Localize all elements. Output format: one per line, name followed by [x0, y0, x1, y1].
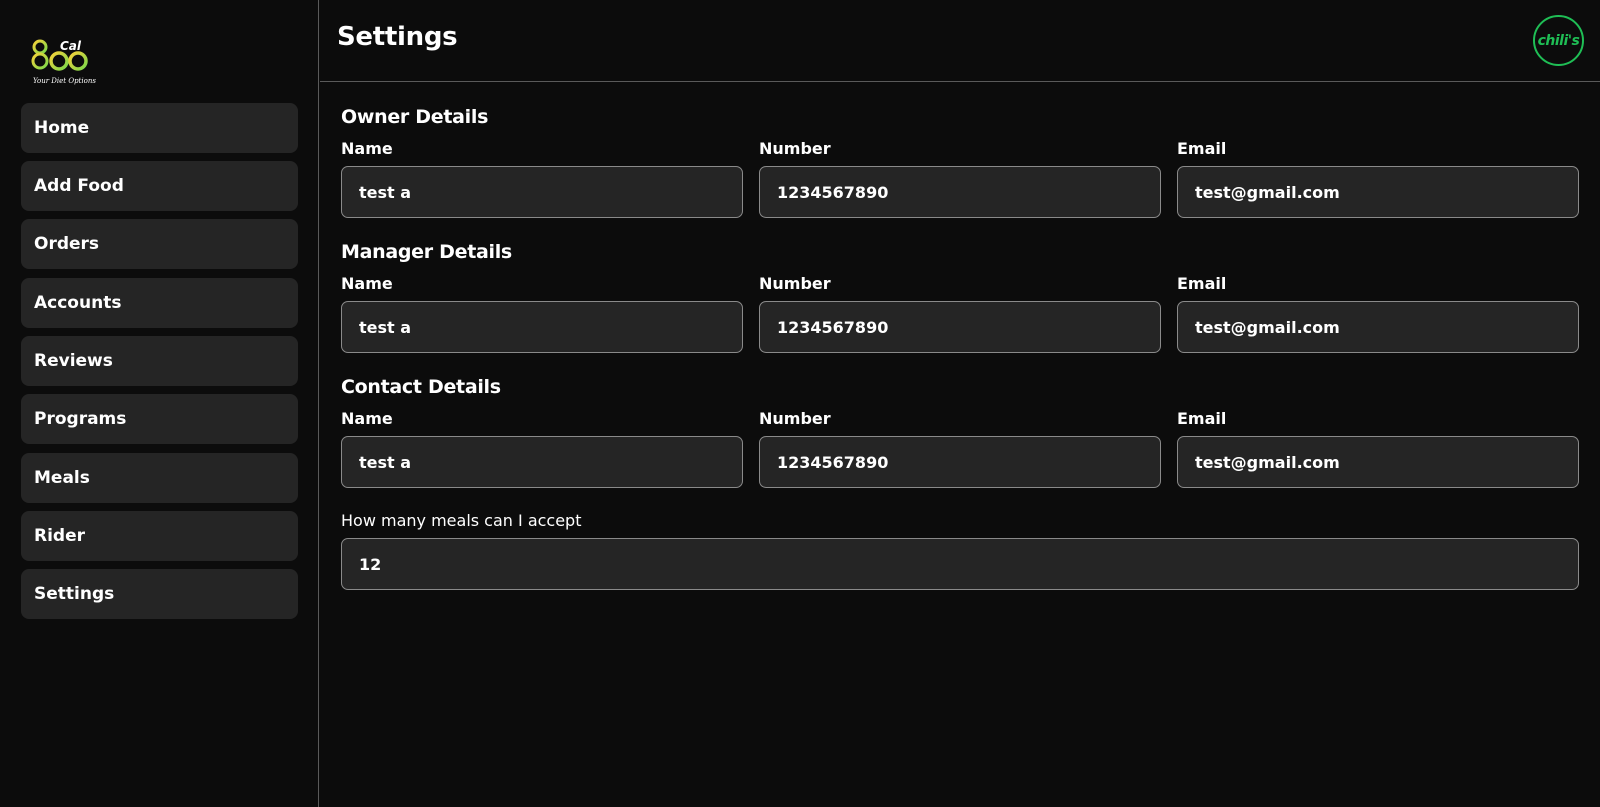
owner-number-input[interactable]	[759, 166, 1161, 218]
manager-number-label: Number	[759, 274, 831, 293]
meals-capacity-label: How many meals can I accept	[341, 511, 582, 530]
sidebar-item-add-food[interactable]: Add Food	[21, 161, 298, 211]
brand-logo[interactable]: Cal Your Diet Options	[27, 33, 97, 88]
manager-details-title: Manager Details	[341, 241, 512, 263]
sidebar-item-programs[interactable]: Programs	[21, 394, 298, 444]
logo-tagline: Your Diet Options	[33, 77, 96, 85]
sidebar-item-home[interactable]: Home	[21, 103, 298, 153]
contact-number-input[interactable]	[759, 436, 1161, 488]
restaurant-badge[interactable]: chili's	[1533, 15, 1584, 66]
sidebar-item-orders[interactable]: Orders	[21, 219, 298, 269]
logo-word: Cal	[60, 39, 82, 53]
sidebar-item-settings[interactable]: Settings	[21, 569, 298, 619]
manager-name-label: Name	[341, 274, 393, 293]
owner-name-label: Name	[341, 139, 393, 158]
manager-email-label: Email	[1177, 274, 1227, 293]
contact-name-input[interactable]	[341, 436, 743, 488]
owner-number-label: Number	[759, 139, 831, 158]
contact-email-input[interactable]	[1177, 436, 1579, 488]
sidebar-item-reviews[interactable]: Reviews	[21, 336, 298, 386]
owner-details-title: Owner Details	[341, 106, 489, 128]
app-root: Cal Your Diet Options Home Add Food Orde…	[0, 0, 1600, 807]
page-title: Settings	[337, 22, 458, 52]
sidebar: Cal Your Diet Options Home Add Food Orde…	[0, 0, 319, 807]
contact-details-title: Contact Details	[341, 376, 501, 398]
owner-email-input[interactable]	[1177, 166, 1579, 218]
page-header: Settings chili's	[320, 0, 1600, 82]
owner-email-label: Email	[1177, 139, 1227, 158]
contact-email-label: Email	[1177, 409, 1227, 428]
contact-name-label: Name	[341, 409, 393, 428]
manager-name-input[interactable]	[341, 301, 743, 353]
contact-number-label: Number	[759, 409, 831, 428]
sidebar-item-meals[interactable]: Meals	[21, 453, 298, 503]
logo-graphic: Cal Your Diet Options	[31, 39, 96, 85]
owner-name-input[interactable]	[341, 166, 743, 218]
meals-capacity-input[interactable]	[341, 538, 1579, 590]
sidebar-item-accounts[interactable]: Accounts	[21, 278, 298, 328]
manager-email-input[interactable]	[1177, 301, 1579, 353]
sidebar-item-rider[interactable]: Rider	[21, 511, 298, 561]
manager-number-input[interactable]	[759, 301, 1161, 353]
